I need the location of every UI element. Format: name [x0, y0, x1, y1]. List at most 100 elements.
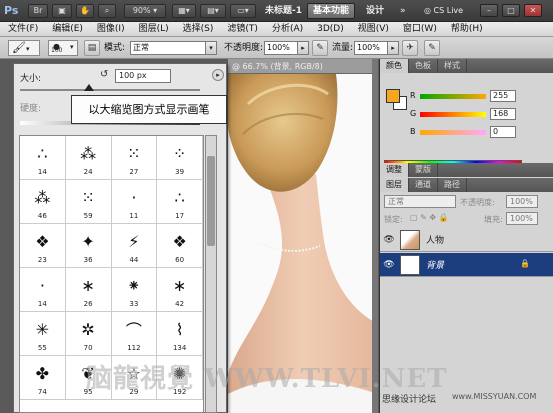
workspace-more-button[interactable]: »: [400, 4, 406, 18]
brush-size-label: 39: [175, 168, 185, 176]
workspace-essentials-button[interactable]: 基本功能: [307, 3, 355, 19]
pressure-opacity-icon[interactable]: ✎: [312, 40, 328, 56]
layer-opacity-input[interactable]: 100%: [506, 195, 538, 208]
menu-view[interactable]: 视图(V): [350, 22, 395, 36]
brush-preset-cell[interactable]: ✤ 74: [20, 356, 66, 400]
opacity-dropdown-arrow[interactable]: ▸: [297, 41, 309, 55]
brush-preset-cell[interactable]: ⁙ 27: [111, 136, 158, 180]
tab-layers[interactable]: 图层: [380, 178, 409, 192]
channel-r-input[interactable]: 255: [490, 90, 516, 102]
brush-preset-cell[interactable]: ∗ 26: [65, 268, 112, 312]
bridge-button[interactable]: Br: [28, 4, 48, 18]
brush-preview-icon: ❖: [35, 231, 50, 251]
brush-preset-cell[interactable]: ⁕ 33: [111, 268, 158, 312]
mode-dropdown-arrow[interactable]: ▾: [205, 41, 217, 55]
minimize-button[interactable]: –: [480, 4, 498, 17]
brush-preset-cell[interactable]: · 14: [20, 268, 66, 312]
tab-styles[interactable]: 样式: [438, 59, 467, 73]
brush-size-label: 59: [83, 212, 93, 220]
menu-layer[interactable]: 图层(L): [131, 22, 175, 36]
brush-preset-cell[interactable]: ∴ 14: [20, 136, 66, 180]
site-text: 思缘设计论坛: [382, 395, 437, 405]
brush-preset-cell[interactable]: ❖ 23: [20, 224, 66, 268]
brush-preset-cell[interactable]: ⁙ 59: [65, 180, 112, 224]
menu-file[interactable]: 文件(F): [0, 22, 44, 36]
flow-input[interactable]: 100%: [354, 41, 388, 55]
brush-preset-cell[interactable]: ∴ 17: [157, 180, 203, 224]
scrollbar-thumb[interactable]: [207, 156, 215, 246]
layer-name: 背景: [426, 261, 445, 271]
opacity-input[interactable]: 100%: [264, 41, 298, 55]
size-slider[interactable]: [20, 89, 200, 91]
blend-mode-select[interactable]: 正常: [384, 195, 456, 208]
brush-preset-cell[interactable]: · 11: [111, 180, 158, 224]
tab-masks[interactable]: 蒙版: [409, 163, 438, 177]
lock-icons[interactable]: ▢ ✎ ✥ 🔒: [410, 213, 449, 222]
close-button[interactable]: ✕: [524, 4, 542, 17]
hand-tool-icon[interactable]: ✋: [76, 4, 94, 18]
mini-bridge-button[interactable]: ▣: [52, 4, 72, 18]
menu-window[interactable]: 窗口(W): [395, 22, 443, 36]
photoshop-logo: Ps: [4, 4, 19, 17]
channel-b-input[interactable]: 0: [490, 126, 516, 138]
channel-r-slider[interactable]: [420, 94, 486, 99]
brush-preview-icon: ⌇: [175, 319, 184, 339]
document-tab[interactable]: @ 66.7% (背景, RGB/8): [228, 59, 376, 74]
menu-edit[interactable]: 编辑(E): [44, 22, 89, 36]
tab-paths[interactable]: 路径: [438, 178, 467, 192]
size-input[interactable]: 100 px: [115, 69, 171, 83]
reset-size-icon[interactable]: ↺: [100, 69, 108, 80]
zoom-level-select[interactable]: 90% ▾: [124, 4, 166, 18]
brush-preset-cell[interactable]: ❖ 60: [157, 224, 203, 268]
channel-g-slider[interactable]: [420, 112, 486, 117]
menu-image[interactable]: 图像(I): [89, 22, 131, 36]
zoom-tool-icon[interactable]: ⌕: [98, 4, 116, 18]
layer-row-selected[interactable]: 👁 背景 🔒: [380, 253, 553, 277]
airbrush-icon[interactable]: ✈: [402, 40, 418, 56]
menu-help[interactable]: 帮助(H): [443, 22, 489, 36]
arrange-documents-button[interactable]: ▤▾: [200, 4, 226, 18]
maximize-button[interactable]: □: [502, 4, 520, 17]
tab-color[interactable]: 颜色: [380, 59, 409, 73]
menu-analysis[interactable]: 分析(A): [264, 22, 309, 36]
foreground-color-swatch[interactable]: [386, 89, 400, 103]
menu-filter[interactable]: 滤镜(T): [219, 22, 264, 36]
brush-preset-cell[interactable]: ⌇ 134: [157, 312, 203, 356]
brush-preset-cell[interactable]: ⁂ 46: [20, 180, 66, 224]
tab-adjustments[interactable]: 调整: [380, 163, 409, 177]
workspace-design-button[interactable]: 设计: [366, 4, 384, 18]
channel-g-input[interactable]: 168: [490, 108, 516, 120]
fill-input[interactable]: 100%: [506, 212, 538, 225]
tab-swatches[interactable]: 色板: [409, 59, 438, 73]
menu-3d[interactable]: 3D(D): [309, 22, 350, 36]
brush-preset-cell[interactable]: ⚡ 44: [111, 224, 158, 268]
brush-preset-cell[interactable]: ✦ 36: [65, 224, 112, 268]
mode-select[interactable]: 正常: [130, 41, 206, 55]
panel-menu-button[interactable]: ▸: [212, 69, 224, 81]
brush-preset-cell[interactable]: ⁂ 24: [65, 136, 112, 180]
screen-mode-button[interactable]: ▭▾: [230, 4, 256, 18]
tooltip: 以大缩览图方式显示画笔: [71, 95, 227, 124]
channel-b-slider[interactable]: [420, 130, 486, 135]
menu-select[interactable]: 选择(S): [175, 22, 220, 36]
brush-preset-cell[interactable]: ∗ 42: [157, 268, 203, 312]
tool-preset-picker[interactable]: 🖌▾: [8, 40, 40, 56]
brush-preset-cell[interactable]: ⁘ 39: [157, 136, 203, 180]
flow-dropdown-arrow[interactable]: ▸: [387, 41, 399, 55]
color-panel-tabs: 颜色 色板 样式: [380, 59, 553, 73]
visibility-eye-icon[interactable]: 👁: [383, 234, 395, 246]
brush-preset-cell[interactable]: ✳ 55: [20, 312, 66, 356]
brush-preview-icon: ✦: [81, 231, 95, 251]
layer-thumbnail: [400, 255, 420, 275]
tab-channels[interactable]: 通道: [409, 178, 438, 192]
view-extras-button[interactable]: ▦▾: [172, 4, 196, 18]
brush-preset-cell[interactable]: ⌒ 112: [111, 312, 158, 356]
pressure-size-icon[interactable]: ✎: [424, 40, 440, 56]
cs-live-button[interactable]: ◎ CS Live: [424, 4, 472, 18]
size-slider-thumb[interactable]: [84, 84, 94, 91]
brush-panel-toggle-icon[interactable]: ▤: [84, 40, 100, 56]
visibility-eye-icon[interactable]: 👁: [383, 259, 395, 271]
brush-preset-cell[interactable]: ✲ 70: [65, 312, 112, 356]
layer-row[interactable]: 👁 人物: [380, 228, 553, 252]
brush-preset-picker[interactable]: ● 100 ▾: [48, 40, 78, 56]
